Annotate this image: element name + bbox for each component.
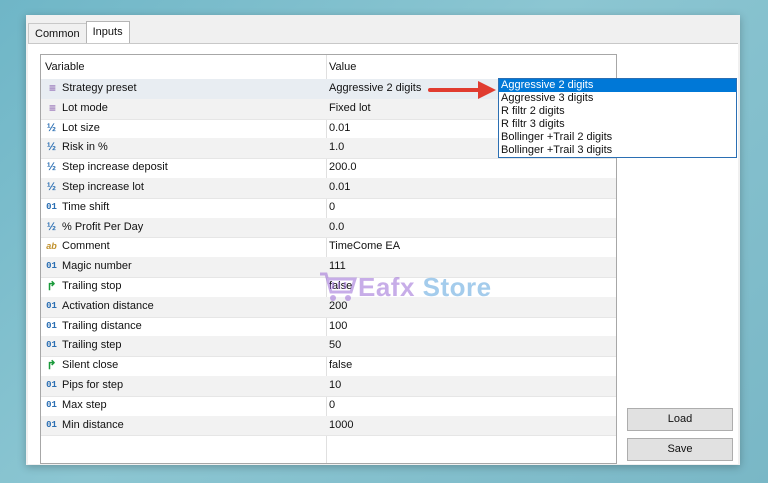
variable-name: Trailing distance <box>62 319 142 332</box>
variable-cell: 01 Pips for step <box>45 376 325 395</box>
value-cell[interactable]: 100 <box>329 317 609 336</box>
variable-name: Magic number <box>62 260 132 273</box>
variable-cell: ↱ Silent close <box>45 356 325 375</box>
variable-cell: 01 Min distance <box>45 416 325 435</box>
value-cell[interactable]: false <box>329 356 609 375</box>
variable-name: Max step <box>62 398 107 411</box>
table-row[interactable]: ½ Step increase lot 0.01 <box>41 178 616 199</box>
dropdown-option[interactable]: R filtr 2 digits <box>499 105 736 118</box>
double-icon: ½ <box>46 220 57 233</box>
value-cell[interactable]: 10 <box>329 376 609 395</box>
variable-cell: ½ Lot size <box>45 119 325 138</box>
double-icon: ½ <box>46 181 57 193</box>
table-row[interactable]: ab Comment TimeCome EA <box>41 237 616 259</box>
variable-cell: ≡ Lot mode <box>45 99 325 118</box>
load-button[interactable]: Load <box>627 408 733 431</box>
variable-cell: 01 Trailing distance <box>45 317 325 336</box>
variable-cell: ≡ Strategy preset <box>45 79 325 98</box>
variable-name: Time shift <box>62 200 110 213</box>
variable-cell: ½ Step increase deposit <box>45 158 325 177</box>
variable-name: Trailing step <box>62 339 122 352</box>
integer-icon: 01 <box>46 261 57 272</box>
bool-icon: ↱ <box>46 279 57 293</box>
value-cell[interactable]: 50 <box>329 336 609 355</box>
cart-icon <box>320 272 358 301</box>
table-row[interactable]: ↱ Silent close false <box>41 356 616 377</box>
variable-cell: ab Comment <box>45 237 325 256</box>
variable-name: Pips for step <box>62 379 124 391</box>
variable-name: % Profit Per Day <box>62 220 144 233</box>
dropdown-option[interactable]: Aggressive 2 digits <box>499 79 736 92</box>
integer-icon: 01 <box>46 340 57 351</box>
variable-name: Lot mode <box>62 101 108 114</box>
value-cell[interactable]: 0 <box>329 396 609 415</box>
variable-name: Activation distance <box>62 299 154 312</box>
tab-inputs[interactable]: Inputs <box>85 21 130 44</box>
variable-name: Min distance <box>62 418 124 431</box>
value-cell[interactable]: 1000 <box>329 416 609 435</box>
strategy-preset-dropdown-list[interactable]: Aggressive 2 digits Aggressive 3 digits R … <box>498 78 737 158</box>
double-icon: ½ <box>46 121 57 134</box>
dropdown-option[interactable]: Aggressive 3 digits <box>499 92 736 105</box>
value-cell[interactable]: 200.0 <box>329 158 609 177</box>
variable-cell: ↱ Trailing stop <box>45 277 325 296</box>
watermark-text: Eafx Store <box>358 272 492 303</box>
string-icon: ab <box>46 241 57 252</box>
variable-cell: 01 Trailing step <box>45 336 325 355</box>
integer-icon: 01 <box>46 419 57 430</box>
enum-icon: ≡ <box>48 100 56 115</box>
dropdown-option[interactable]: R filtr 3 digits <box>499 118 736 131</box>
tab-bar: Common Inputs <box>28 21 130 44</box>
variable-cell: 01 Max step <box>45 396 325 415</box>
table-row[interactable]: 01 Pips for step 10 <box>41 376 616 397</box>
watermark-part1: Eafx <box>358 271 415 302</box>
column-header-value[interactable]: Value <box>329 55 609 79</box>
variable-name: Step increase deposit <box>62 161 168 174</box>
table-row[interactable]: 01 Max step 0 <box>41 396 616 417</box>
pointer-arrow-icon <box>428 81 496 99</box>
variable-name: Comment <box>62 240 110 253</box>
table-row[interactable]: ½ Step increase deposit 200.0 <box>41 158 616 179</box>
tab-common[interactable]: Common <box>28 23 87 44</box>
variable-cell: ½ Step increase lot <box>45 178 325 197</box>
dropdown-option[interactable]: Bollinger +Trail 3 digits <box>499 144 736 157</box>
table-row[interactable]: 01 Min distance 1000 <box>41 415 616 437</box>
watermark-logo: Eafx Store <box>318 267 492 307</box>
variable-name: Strategy preset <box>62 82 137 94</box>
variable-name: Risk in % <box>62 141 108 154</box>
table-row[interactable]: 01 Trailing step 50 <box>41 336 616 358</box>
table-row[interactable]: 01 Time shift 0 <box>41 198 616 219</box>
table-row[interactable]: ½ % Profit Per Day 0.0 <box>41 217 616 239</box>
integer-icon: 01 <box>46 201 57 212</box>
column-header-variable[interactable]: Variable <box>45 55 325 79</box>
value-cell[interactable]: 0.0 <box>329 218 609 237</box>
double-icon: ½ <box>46 161 57 174</box>
save-button[interactable]: Save <box>627 438 733 461</box>
variable-name: Step increase lot <box>62 181 144 193</box>
bool-icon: ↱ <box>46 358 57 373</box>
variable-cell: 01 Magic number <box>45 257 325 276</box>
variable-cell: ½ % Profit Per Day <box>45 218 325 237</box>
value-cell[interactable]: TimeCome EA <box>329 237 609 256</box>
dropdown-option[interactable]: Bollinger +Trail 2 digits <box>499 131 736 144</box>
integer-icon: 01 <box>46 300 57 311</box>
table-header: Variable Value <box>41 55 616 80</box>
integer-icon: 01 <box>46 399 57 410</box>
variable-cell: 01 Time shift <box>45 198 325 217</box>
enum-icon: ≡ <box>48 81 56 95</box>
variable-name: Trailing stop <box>62 280 122 292</box>
value-cell[interactable]: 0.01 <box>329 178 609 197</box>
variable-name: Silent close <box>62 359 119 372</box>
variable-cell: ½ Risk in % <box>45 138 325 157</box>
double-icon: ½ <box>46 141 57 154</box>
variable-cell: 01 Activation distance <box>45 297 325 316</box>
table-row[interactable]: 01 Trailing distance 100 <box>41 317 616 338</box>
integer-icon: 01 <box>46 320 57 331</box>
value-cell[interactable]: 0 <box>329 198 609 217</box>
integer-icon: 01 <box>46 380 57 390</box>
watermark-part2: Store <box>422 271 492 302</box>
variable-name: Lot size <box>62 121 100 134</box>
